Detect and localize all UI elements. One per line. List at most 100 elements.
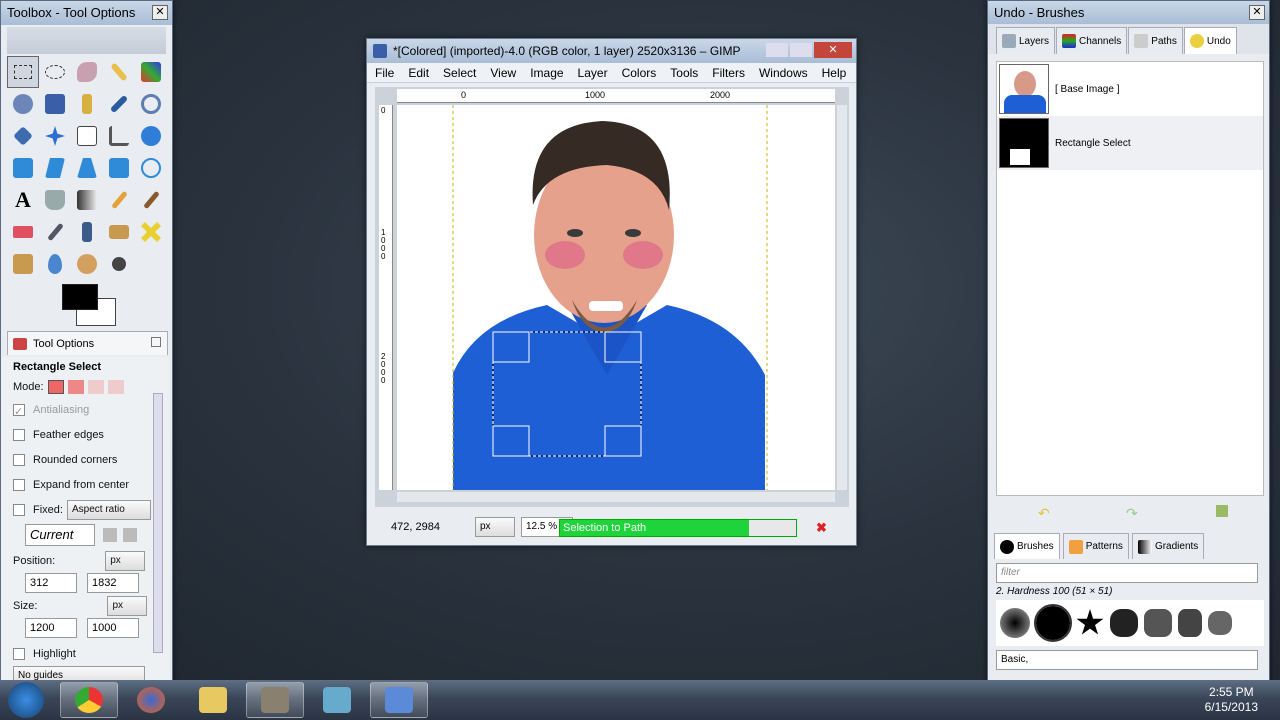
paths-tool-icon[interactable] — [71, 88, 103, 120]
brush-grunge-icon[interactable] — [1178, 609, 1202, 637]
menu-select[interactable]: Select — [443, 66, 476, 80]
menu-edit[interactable]: Edit — [408, 66, 429, 80]
smudge-tool-icon[interactable] — [71, 248, 103, 280]
toolbox-titlebar[interactable]: Toolbox - Tool Options ✕ — [1, 1, 172, 25]
blend-tool-icon[interactable] — [71, 184, 103, 216]
minimize-button[interactable] — [766, 43, 788, 57]
brush-hardness-100-icon[interactable] — [1034, 604, 1072, 642]
undo-item[interactable]: [ Base Image ] — [997, 62, 1263, 116]
highlight-checkbox[interactable] — [13, 647, 25, 660]
brush-filter-input[interactable]: filter — [996, 563, 1258, 583]
undo-button-icon[interactable]: ↶ — [1038, 505, 1050, 522]
foreground-color-swatch[interactable] — [62, 284, 98, 310]
size-height-field[interactable]: 1000 — [87, 618, 139, 638]
ellipse-select-tool-icon[interactable] — [39, 56, 71, 88]
toolbox-close-button[interactable]: ✕ — [152, 5, 168, 20]
menu-view[interactable]: View — [490, 66, 516, 80]
taskbar-firefox[interactable] — [122, 682, 180, 718]
heal-tool-icon[interactable] — [135, 216, 167, 248]
flip-tool-icon[interactable] — [103, 152, 135, 184]
size-width-field[interactable]: 1200 — [25, 618, 77, 638]
rect-select-tool-icon[interactable] — [7, 56, 39, 88]
menu-help[interactable]: Help — [822, 66, 847, 80]
ink-tool-icon[interactable] — [71, 216, 103, 248]
fixed-dropdown[interactable]: Aspect ratio — [66, 499, 151, 520]
feather-checkbox[interactable] — [13, 428, 25, 441]
position-x-field[interactable]: 312 — [25, 573, 77, 593]
mode-intersect-icon[interactable] — [107, 380, 124, 394]
undo-item[interactable]: Rectangle Select — [997, 116, 1263, 170]
fixed-checkbox[interactable] — [13, 503, 25, 516]
tab-paths[interactable]: Paths — [1128, 27, 1183, 54]
tab-layers[interactable]: Layers — [996, 27, 1056, 54]
vertical-scrollbar[interactable] — [837, 105, 847, 490]
crop-tool-icon[interactable] — [103, 120, 135, 152]
configure-tab-icon[interactable] — [151, 337, 161, 347]
brush-sponge-icon[interactable] — [1208, 611, 1232, 635]
cage-transform-tool-icon[interactable] — [135, 152, 167, 184]
scissors-tool-icon[interactable] — [7, 88, 39, 120]
size-unit-dropdown[interactable]: px — [107, 595, 148, 616]
scale-tool-icon[interactable] — [7, 152, 39, 184]
portrait-icon[interactable] — [103, 528, 117, 542]
menu-file[interactable]: File — [375, 66, 394, 80]
measure-tool-icon[interactable] — [7, 120, 39, 152]
tab-gradients[interactable]: Gradients — [1131, 533, 1205, 559]
menu-image[interactable]: Image — [530, 66, 563, 80]
landscape-icon[interactable] — [123, 528, 137, 542]
airbrush-tool-icon[interactable] — [39, 216, 71, 248]
paintbrush-tool-icon[interactable] — [135, 184, 167, 216]
zoom-tool-icon[interactable] — [135, 88, 167, 120]
clock[interactable]: 2:55 PM 6/15/2013 — [1205, 685, 1258, 715]
redo-button-icon[interactable]: ↷ — [1126, 505, 1138, 522]
menu-layer[interactable]: Layer — [578, 66, 608, 80]
tab-undo[interactable]: Undo — [1183, 27, 1237, 54]
brush-splatter-icon[interactable] — [1110, 609, 1138, 637]
fuzzy-select-tool-icon[interactable] — [103, 56, 135, 88]
tab-brushes[interactable]: Brushes — [994, 533, 1060, 559]
horizontal-scrollbar[interactable] — [397, 492, 835, 502]
unit-dropdown[interactable]: px — [475, 517, 515, 537]
rounded-checkbox[interactable] — [13, 453, 25, 466]
clone-tool-icon[interactable] — [103, 216, 135, 248]
clear-history-icon[interactable] — [1216, 505, 1228, 517]
taskbar-app[interactable] — [308, 682, 366, 718]
vertical-ruler[interactable]: 0 1000 2000 — [379, 105, 393, 490]
brush-star-icon[interactable] — [1076, 609, 1104, 635]
image-titlebar[interactable]: *[Colored] (imported)-4.0 (RGB color, 1 … — [367, 39, 856, 63]
right-dock-titlebar[interactable]: Undo - Brushes ✕ — [988, 1, 1269, 24]
start-button[interactable] — [8, 682, 44, 718]
rotate-tool-icon[interactable] — [135, 120, 167, 152]
foreground-select-tool-icon[interactable] — [39, 88, 71, 120]
position-y-field[interactable]: 1832 — [87, 573, 139, 593]
mode-subtract-icon[interactable] — [87, 380, 104, 394]
perspective-tool-icon[interactable] — [71, 152, 103, 184]
horizontal-ruler[interactable]: 0 1000 2000 — [397, 89, 835, 103]
brush-texture-icon[interactable] — [1144, 609, 1172, 637]
menu-filters[interactable]: Filters — [712, 66, 745, 80]
free-select-tool-icon[interactable] — [71, 56, 103, 88]
tab-patterns[interactable]: Patterns — [1062, 533, 1129, 559]
mode-add-icon[interactable] — [67, 380, 84, 394]
taskbar-explorer[interactable] — [184, 682, 242, 718]
bucket-fill-tool-icon[interactable] — [39, 184, 71, 216]
taskbar-chrome[interactable] — [60, 682, 118, 718]
pencil-tool-icon[interactable] — [103, 184, 135, 216]
perspective-clone-tool-icon[interactable] — [7, 248, 39, 280]
position-unit-dropdown[interactable]: px — [105, 550, 146, 571]
shear-tool-icon[interactable] — [39, 152, 71, 184]
brush-fuzzy-icon[interactable] — [1000, 608, 1030, 638]
taskbar-gimp[interactable] — [246, 682, 304, 718]
right-dock-close-button[interactable]: ✕ — [1249, 5, 1265, 20]
menu-colors[interactable]: Colors — [622, 66, 657, 80]
tool-options-scrollbar[interactable] — [153, 393, 163, 653]
brush-grid[interactable] — [996, 600, 1264, 646]
dodge-burn-tool-icon[interactable] — [103, 248, 135, 280]
select-by-color-tool-icon[interactable] — [135, 56, 167, 88]
blur-tool-icon[interactable] — [39, 248, 71, 280]
menu-tools[interactable]: Tools — [670, 66, 698, 80]
tab-channels[interactable]: Channels — [1056, 27, 1128, 54]
eraser-tool-icon[interactable] — [7, 216, 39, 248]
text-tool-icon[interactable]: A — [7, 184, 39, 216]
current-field[interactable]: Current — [25, 524, 95, 546]
